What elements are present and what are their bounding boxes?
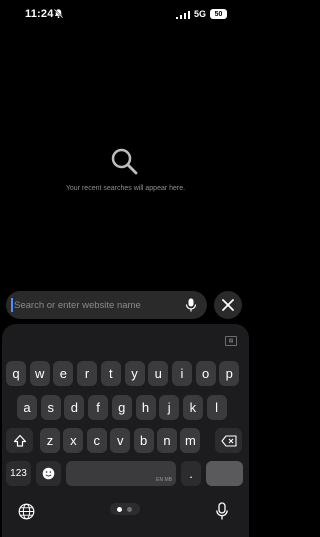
numbers-key[interactable]: 123 [6,461,31,486]
key-k[interactable]: k [182,395,203,420]
key-a[interactable]: a [17,395,37,420]
key-p[interactable]: p [219,361,240,386]
page-dot [127,506,132,512]
key-h[interactable]: h [135,395,156,420]
key-t[interactable]: t [100,361,121,386]
key-b[interactable]: b [133,428,154,453]
backspace-key[interactable] [215,428,242,453]
key-i[interactable]: i [171,361,192,386]
emoji-key[interactable] [36,461,61,486]
key-v[interactable]: v [110,428,131,453]
keyboard-page-indicator [110,503,140,515]
shift-key[interactable] [6,428,33,453]
signal-icon [176,11,190,19]
enter-key[interactable] [206,461,243,486]
key-d[interactable]: d [64,395,85,420]
period-key[interactable]: . [181,461,201,486]
key-x[interactable]: x [63,428,84,453]
empty-state-message: Your recent searches will appear here. [65,185,186,192]
key-n[interactable]: n [157,428,177,453]
key-z[interactable]: z [40,428,60,453]
key-g[interactable]: g [111,395,132,420]
search-input[interactable]: Search or enter website name [14,300,141,311]
key-s[interactable]: s [40,395,61,420]
key-f[interactable]: f [88,395,109,420]
space-key[interactable]: EN MB [66,461,176,486]
space-language-hint: EN MB [156,477,172,483]
emoji-icon [42,467,55,480]
key-y[interactable]: y [124,361,145,386]
key-u[interactable]: u [148,361,169,386]
key-w[interactable]: w [29,361,50,386]
key-q[interactable]: q [6,361,26,386]
mute-bell-icon [53,8,64,19]
key-l[interactable]: l [206,395,227,420]
key-j[interactable]: j [159,395,180,420]
key-r[interactable]: r [77,361,98,386]
microphone-icon[interactable] [185,298,197,312]
status-time: 11:24 [25,8,54,20]
keyboard-settings-icon[interactable]: ▤ [225,336,237,346]
key-o[interactable]: o [195,361,216,386]
text-cursor [11,298,13,312]
close-icon [222,299,234,311]
key-m[interactable]: m [180,428,201,453]
close-button[interactable] [214,291,242,319]
network-type: 5G [194,9,207,19]
globe-icon[interactable] [18,503,35,520]
battery-indicator: 50 [210,9,227,19]
page-dot-active [117,506,122,512]
shift-icon [13,434,26,447]
key-e[interactable]: e [53,361,74,386]
backspace-icon [220,434,237,447]
voice-input-icon[interactable] [215,502,229,521]
search-icon [111,148,138,175]
key-c[interactable]: c [86,428,107,453]
